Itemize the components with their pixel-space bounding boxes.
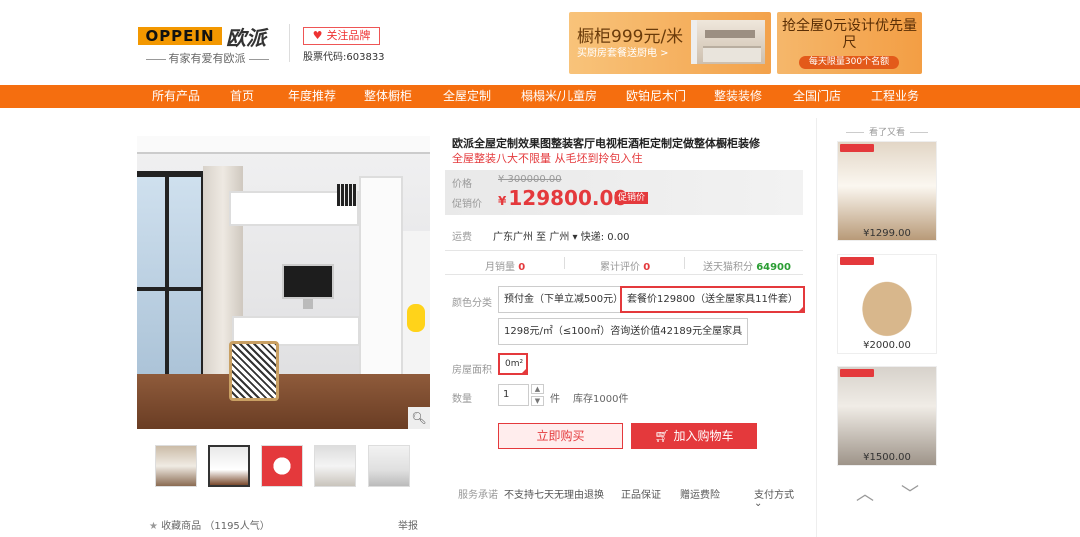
quantity-increase-button[interactable]: ▲ bbox=[531, 384, 544, 394]
star-icon: ★ bbox=[149, 521, 158, 532]
ad-subtitle: 买厨房套餐送厨电 > bbox=[577, 48, 669, 59]
shipping-label: 运费 bbox=[452, 232, 472, 243]
area-label: 房屋面积 bbox=[452, 365, 492, 376]
recommend-item[interactable] bbox=[837, 141, 937, 241]
sidebar-title: 看了又看 bbox=[838, 125, 936, 138]
original-price: ¥ 300000.00 bbox=[498, 174, 562, 185]
thumbnail[interactable] bbox=[208, 445, 250, 487]
promo-label: 促销价 bbox=[452, 199, 482, 210]
nav-all-products[interactable]: 所有产品 bbox=[152, 85, 200, 108]
magnifier-icon[interactable]: 🔍︎ bbox=[408, 407, 430, 429]
monthly-sales: 月销量 0 bbox=[485, 262, 526, 273]
kitchen-image bbox=[691, 20, 765, 64]
main-nav: 所有产品 首页 年度推荐 整体橱柜 全屋定制 榻榻米/儿童房 欧铂尼木门 整装装… bbox=[0, 85, 1080, 108]
quantity-unit: 件 bbox=[550, 394, 560, 405]
option-area[interactable]: 0m² bbox=[498, 353, 528, 375]
quantity-input[interactable]: 1 bbox=[498, 384, 529, 406]
report-link[interactable]: 举报 bbox=[398, 517, 418, 532]
chevron-up-icon[interactable]: ︿ bbox=[856, 480, 874, 506]
add-to-cart-button[interactable]: 🛒︎ 加入购物车 bbox=[631, 423, 757, 449]
option-deposit[interactable]: 预付金（下单立减500元） bbox=[498, 286, 630, 313]
recommend-price: ¥1299.00 bbox=[863, 228, 911, 239]
shipping-value[interactable]: 广东广州 至 广州 ▾ 快递: 0.00 bbox=[493, 228, 630, 243]
stock-code: 股票代码:603833 bbox=[303, 52, 385, 63]
nav-projects[interactable]: 工程业务 bbox=[871, 85, 919, 108]
recommend-item[interactable] bbox=[837, 366, 937, 466]
promo-tag: 促销价 bbox=[615, 192, 649, 204]
option-package[interactable]: 套餐价129800（送全屋家具11件套） bbox=[620, 286, 805, 313]
ad-badge: 每天限量300个名额 bbox=[799, 56, 899, 69]
service-item[interactable]: 不支持七天无理由退换 bbox=[504, 486, 604, 501]
product-title: 欧派全屋定制效果图整装客厅电视柜酒柜定制定做整体橱柜装修 bbox=[452, 137, 760, 150]
review-count[interactable]: 累计评价 0 bbox=[600, 258, 650, 273]
chevron-down-icon[interactable]: ﹀ bbox=[901, 480, 919, 506]
buy-now-button[interactable]: 立即购买 bbox=[498, 423, 623, 449]
logo-chinese: 欧派 bbox=[226, 26, 266, 50]
color-label: 颜色分类 bbox=[452, 298, 492, 309]
thumbnail[interactable] bbox=[261, 445, 303, 487]
option-per-sqm[interactable]: 1298元/㎡（≤100㎡）咨询送价值42189元全屋家具 bbox=[498, 318, 749, 345]
brand-logo[interactable]: OPPEIN 欧派 有家有爱有欧派 bbox=[138, 24, 276, 66]
logo-wordmark: OPPEIN bbox=[138, 27, 222, 45]
sidebar-divider bbox=[816, 118, 817, 537]
favorite-link[interactable]: ★ 收藏商品 （1195人气） bbox=[149, 517, 270, 532]
follow-label: 关注品牌 bbox=[326, 29, 371, 42]
service-item[interactable]: 赠运费险 bbox=[680, 486, 720, 501]
quantity-label: 数量 bbox=[452, 394, 472, 405]
design-ad-banner[interactable]: 抢全屋0元设计优先量尺 每天限量300个名额 bbox=[777, 12, 922, 74]
nav-home[interactable]: 首页 bbox=[230, 85, 254, 108]
product-subtitle: 全屋整装八大不限量 从毛坯到拎包入住 bbox=[452, 152, 643, 165]
heart-icon: ♥ bbox=[312, 29, 323, 42]
service-label: 服务承诺 bbox=[458, 490, 498, 501]
quantity-decrease-button[interactable]: ▼ bbox=[531, 396, 544, 406]
service-item[interactable]: 正品保证 bbox=[621, 486, 661, 501]
nav-cabinets[interactable]: 整体橱柜 bbox=[364, 85, 412, 108]
nav-stores[interactable]: 全国门店 bbox=[793, 85, 841, 108]
promo-price: ¥129800.00 bbox=[498, 186, 628, 210]
chevron-down-icon[interactable]: ⌄ bbox=[754, 498, 762, 509]
cart-icon: 🛒︎ bbox=[654, 429, 670, 443]
logo-slogan: 有家有爱有欧派 bbox=[138, 50, 276, 66]
thumbnail[interactable] bbox=[368, 445, 410, 487]
header-divider bbox=[289, 24, 290, 62]
main-product-image[interactable]: 🔍︎ bbox=[137, 136, 430, 429]
recommend-price: ¥2000.00 bbox=[863, 340, 911, 351]
price-panel: 价格 ¥ 300000.00 促销价 ¥129800.00 促销价 bbox=[445, 170, 803, 215]
nav-annual-picks[interactable]: 年度推荐 bbox=[288, 85, 336, 108]
thumbnail[interactable] bbox=[155, 445, 197, 487]
ad-title: 抢全屋0元设计优先量尺 bbox=[782, 18, 917, 51]
nav-doors[interactable]: 欧铂尼木门 bbox=[626, 85, 686, 108]
recommend-item[interactable] bbox=[837, 254, 937, 354]
nav-tatami[interactable]: 榻榻米/儿童房 bbox=[521, 85, 597, 108]
stock-count: 库存1000件 bbox=[573, 394, 629, 405]
sales-stats: 月销量 0 累计评价 0 送天猫积分 64900 bbox=[445, 250, 803, 275]
nav-whole-house[interactable]: 全屋定制 bbox=[443, 85, 491, 108]
nav-renovation[interactable]: 整装装修 bbox=[714, 85, 762, 108]
tmall-points: 送天猫积分 64900 bbox=[703, 262, 791, 273]
thumbnail[interactable] bbox=[314, 445, 356, 487]
follow-brand-button[interactable]: ♥ 关注品牌 bbox=[303, 27, 380, 45]
price-label: 价格 bbox=[452, 179, 472, 190]
cabinet-ad-banner[interactable]: 橱柜999元/米 买厨房套餐送厨电 > bbox=[569, 12, 771, 74]
window bbox=[137, 171, 207, 391]
recommend-price: ¥1500.00 bbox=[863, 452, 911, 463]
